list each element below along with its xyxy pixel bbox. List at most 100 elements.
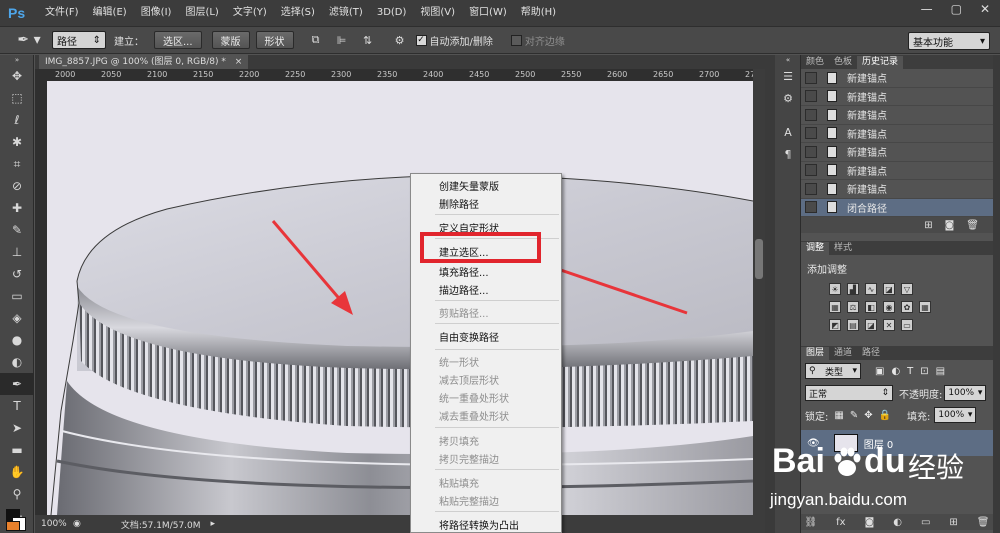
document-canvas[interactable] [47,81,753,515]
levels-icon[interactable]: ▟ [847,283,859,295]
magic-wand-tool-icon[interactable]: ✱ [0,131,34,153]
properties-panel-icon[interactable]: ⚙ [775,87,801,109]
zoom-level[interactable]: 100% [35,519,69,529]
exposure-icon[interactable]: ◪ [883,283,895,295]
paint-bucket-tool-icon[interactable]: ◈ [0,307,34,329]
threshold-icon[interactable]: ◪ [865,319,877,331]
lock-icons[interactable]: ▦✎✥🔒 [834,410,897,421]
curves-icon[interactable]: ∿ [865,283,877,295]
menu-window[interactable]: 窗口(W) [462,0,514,26]
close-icon[interactable]: × [235,57,243,67]
clone-stamp-tool-icon[interactable]: ⊥ [0,241,34,263]
posterize-icon[interactable]: ▤ [847,319,859,331]
history-item[interactable]: 闭合路径 [801,198,993,217]
context-menu-item[interactable]: 创建矢量蒙版 [439,178,499,193]
menu-file[interactable]: 文件(F) [38,0,86,26]
history-item[interactable]: 新建锚点 [801,143,993,162]
color-lookup-icon[interactable]: ▦ [919,301,931,313]
vertical-scrollbar[interactable] [753,69,765,515]
tab-styles[interactable]: 样式 [829,242,857,255]
history-item[interactable]: 新建锚点 [801,125,993,143]
camera-icon[interactable]: ◙ [945,220,955,231]
history-item[interactable]: 新建锚点 [801,106,993,125]
menu-layer[interactable]: 图层(L) [178,0,225,26]
blend-mode-select[interactable]: 正常 ⇕ [805,385,893,401]
context-menu-item[interactable]: 将路径转换为凸出 [439,517,519,532]
status-menu-icon[interactable]: ◉ [73,519,81,529]
menu-help[interactable]: 帮助(H) [514,0,563,26]
history-brush-source-checkbox[interactable] [805,145,817,158]
menu-filter[interactable]: 滤镜(T) [322,0,370,26]
pen-tool-preset-icon[interactable]: ✒ ▾ [14,29,44,51]
tab-paths[interactable]: 路径 [857,347,885,360]
menu-image[interactable]: 图像(I) [134,0,179,26]
tab-color[interactable]: 颜色 [801,56,829,69]
blur-tool-icon[interactable]: ● [0,329,34,351]
type-tool-icon[interactable]: T [0,395,34,417]
auto-add-checkbox[interactable]: ✓ [415,34,427,46]
tab-channels[interactable]: 通道 [829,347,857,360]
tab-layers[interactable]: 图层 [801,347,830,360]
context-menu-item[interactable]: 删除路径 [439,196,479,211]
make-mask-button[interactable]: 蒙版 [211,31,250,49]
trash-icon[interactable]: 🗑 [966,220,979,231]
hue-saturation-icon[interactable]: ▦ [829,301,841,313]
menu-3d[interactable]: 3D(D) [370,0,414,26]
history-item[interactable]: 新建锚点 [801,88,993,106]
color-balance-icon[interactable]: ⚖ [847,301,859,313]
gradient-map-icon[interactable]: ▭ [901,319,913,331]
black-white-icon[interactable]: ◧ [865,301,877,313]
path-alignment-icon[interactable]: ⊫ [332,31,352,49]
context-menu-item[interactable]: 自由变换路径 [439,329,499,344]
history-brush-source-checkbox[interactable] [805,90,817,103]
context-menu-item[interactable]: 填充路径... [439,264,489,279]
history-brush-source-checkbox[interactable] [805,127,817,140]
brush-tool-icon[interactable]: ✎ [0,219,34,241]
history-item[interactable]: 新建锚点 [801,69,993,88]
history-brush-tool-icon[interactable]: ↺ [0,263,34,285]
history-item[interactable]: 新建锚点 [801,162,993,180]
make-shape-button[interactable]: 形状 [255,31,294,49]
history-brush-source-checkbox[interactable] [805,164,817,177]
photo-filter-icon[interactable]: ◉ [883,301,895,313]
layer-filter-select[interactable]: ⚲ 类型 ▾ [805,363,861,379]
selective-color-icon[interactable]: ✕ [883,319,895,331]
mode-select[interactable]: 路径 ⇕ [52,31,106,49]
layer-filter-icons[interactable]: ▣◐T⊡▤ [875,366,952,377]
marquee-tool-icon[interactable]: ⬚ [0,87,34,109]
status-arrow-icon[interactable]: ▸ [211,519,216,529]
quick-mask-icon[interactable] [6,521,20,531]
lasso-tool-icon[interactable]: ℓ [0,109,34,131]
menu-view[interactable]: 视图(V) [413,0,462,26]
pen-tool-icon[interactable]: ✒ [0,373,34,395]
rectangle-tool-icon[interactable]: ▬ [0,439,34,461]
new-document-icon[interactable]: ⊞ [924,220,932,231]
gear-icon[interactable]: ⚙ [390,31,410,49]
healing-brush-tool-icon[interactable]: ✚ [0,197,34,219]
opacity-input[interactable]: 100% ▾ [944,385,987,401]
tab-adjustments[interactable]: 调整 [801,242,830,255]
vibrance-icon[interactable]: ▽ [901,283,913,295]
paragraph-panel-icon[interactable]: ¶ [775,143,801,165]
make-selection-button[interactable]: 选区... [154,31,202,49]
dodge-tool-icon[interactable]: ◐ [0,351,34,373]
character-panel-icon[interactable]: A [775,121,801,143]
zoom-tool-icon[interactable]: ⚲ [0,483,34,505]
history-brush-source-checkbox[interactable] [805,108,817,121]
history-item[interactable]: 新建锚点 [801,180,993,199]
crop-tool-icon[interactable]: ⌗ [0,153,34,175]
align-edges-checkbox[interactable] [510,34,522,46]
history-panel-icon[interactable]: ☰ [775,65,801,87]
history-brush-source-checkbox[interactable] [805,71,817,84]
channel-mixer-icon[interactable]: ✿ [901,301,913,313]
invert-icon[interactable]: ◩ [829,319,841,331]
scrollbar-thumb[interactable] [755,239,763,279]
maximize-button[interactable]: ▢ [951,2,962,16]
menu-type[interactable]: 文字(Y) [226,0,274,26]
eyedropper-tool-icon[interactable]: ⊘ [0,175,34,197]
eraser-tool-icon[interactable]: ▭ [0,285,34,307]
fill-input[interactable]: 100% ▾ [934,407,977,423]
minimize-button[interactable]: — [921,2,933,16]
history-brush-source-checkbox[interactable] [805,201,817,214]
menu-select[interactable]: 选择(S) [274,0,322,26]
